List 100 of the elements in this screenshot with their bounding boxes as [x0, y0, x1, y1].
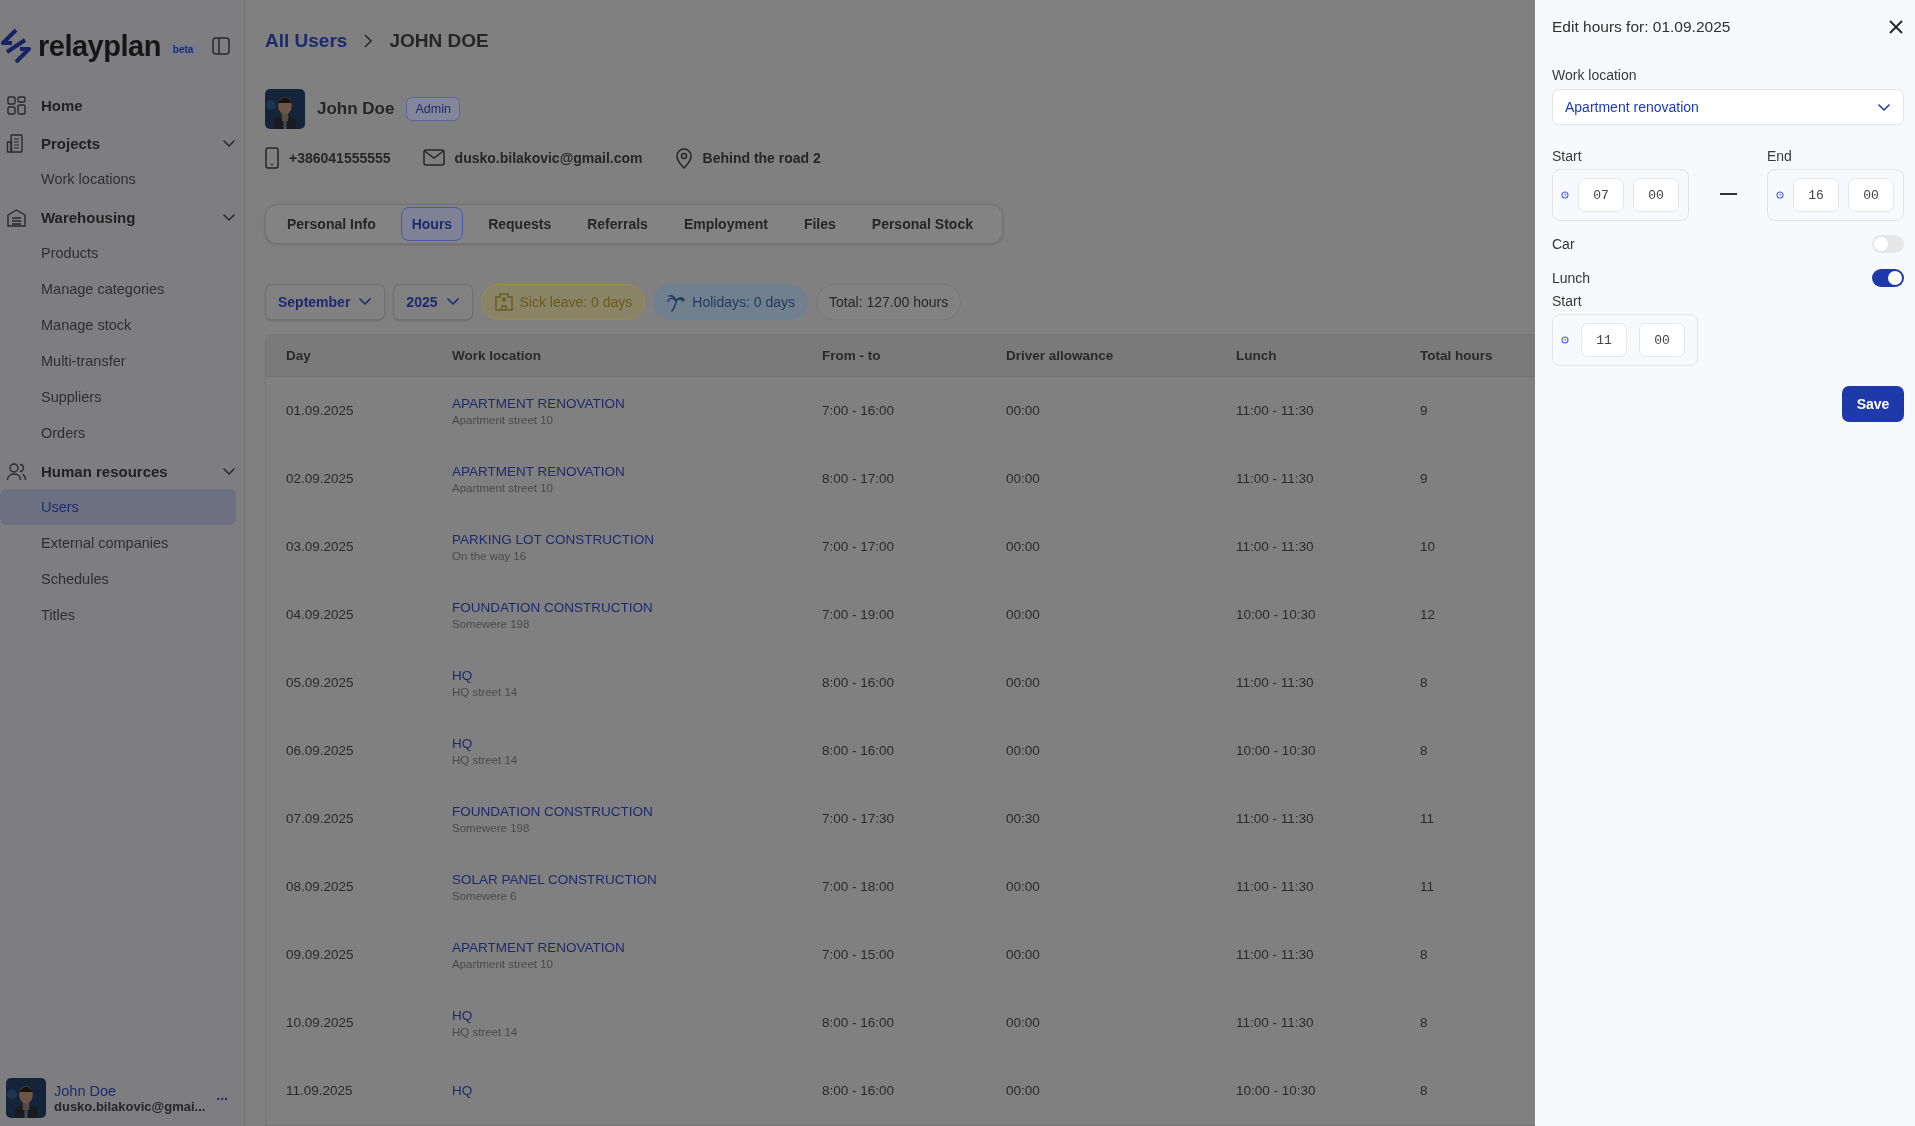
user-name: John Doe: [54, 1082, 118, 1099]
nav-subitem[interactable]: Suppliers: [0, 379, 236, 415]
table-cell-text: 10:00 - 10:30: [1235, 606, 1317, 625]
table-cell-text: 9: [1419, 402, 1429, 421]
table-cell-text: 11:00 - 11:30: [1235, 538, 1315, 557]
month-dropdown[interactable]: September: [265, 284, 386, 320]
table-cell-text: 00:00: [1005, 742, 1041, 761]
tab[interactable]: Hours: [400, 206, 464, 241]
location-link[interactable]: PARKING LOT CONSTRUCTION: [452, 532, 802, 547]
table-cell-text: 8:00 - 16:00: [821, 1082, 896, 1101]
chevron-right-icon: [363, 32, 374, 49]
location-link[interactable]: APARTMENT RENOVATION: [452, 940, 802, 955]
nav-item[interactable]: Home: [41, 96, 236, 114]
nav-subitem[interactable]: Multi-transfer: [0, 343, 236, 379]
page-title: JOHN DOE: [389, 29, 489, 52]
table-cell-text: 00:30: [1005, 810, 1041, 829]
breadcrumb-link[interactable]: All Users: [265, 29, 348, 52]
time-input[interactable]: 16: [1793, 178, 1839, 212]
time-input[interactable]: 00: [1848, 178, 1894, 212]
table-cell-text: 04.09.2025: [285, 606, 355, 625]
hospital-icon: [493, 292, 514, 312]
table-cell-text: 06.09.2025: [285, 742, 355, 761]
tab[interactable]: Personal Info: [276, 206, 387, 241]
nav-subitem[interactable]: Users: [0, 489, 236, 525]
grid-icon: [6, 94, 27, 116]
time-input[interactable]: 11: [1581, 323, 1627, 357]
location-select[interactable]: Apartment renovation: [1552, 89, 1904, 125]
tab[interactable]: Personal Stock: [860, 206, 984, 241]
location-link[interactable]: HQ: [452, 1083, 802, 1099]
more-button[interactable]: ...: [216, 1087, 228, 1109]
time-input[interactable]: 07: [1578, 178, 1624, 212]
table-cell-text: 11:00 - 11:30: [1235, 810, 1315, 829]
table-cell-text: 8:00 - 17:00: [821, 470, 896, 489]
location-pin-icon: [674, 146, 693, 169]
logo-icon: [0, 28, 32, 64]
toggle-switch[interactable]: [1872, 235, 1904, 253]
location-link[interactable]: HQ: [452, 668, 802, 683]
location-link[interactable]: APARTMENT RENOVATION: [452, 396, 802, 411]
field-label: Start: [1552, 148, 1583, 166]
table-cell-text: 02.09.2025: [285, 470, 355, 489]
nav-subitem[interactable]: Products: [0, 235, 236, 271]
nav-subitem[interactable]: Schedules: [0, 561, 236, 597]
location-link[interactable]: HQ: [452, 1008, 802, 1023]
location-link[interactable]: SOLAR PANEL CONSTRUCTION: [452, 872, 802, 887]
phone-icon: [265, 146, 279, 169]
nav-item[interactable]: Warehousing: [41, 208, 208, 226]
table-cell-text: 11:00 - 11:30: [1235, 946, 1315, 965]
table-cell-text: 7:00 - 16:00: [821, 402, 896, 421]
table-cell-text: 7:00 - 19:00: [821, 606, 896, 625]
mail-icon: [422, 149, 445, 167]
table-cell-text: 8:00 - 16:00: [821, 674, 896, 693]
app-logo[interactable]: relayplan: [38, 29, 161, 63]
location-link[interactable]: FOUNDATION CONSTRUCTION: [452, 600, 802, 615]
location-link[interactable]: FOUNDATION CONSTRUCTION: [452, 804, 802, 819]
table-cell-text: 01.09.2025: [285, 402, 355, 421]
close-icon[interactable]: [1888, 19, 1904, 35]
location-link[interactable]: APARTMENT RENOVATION: [452, 464, 802, 479]
tab[interactable]: Requests: [477, 206, 563, 241]
column-header: Lunch: [1216, 335, 1400, 377]
table-cell-text: 00:00: [1005, 674, 1041, 693]
table-cell-text: 03.09.2025: [285, 538, 355, 557]
toggle-label: Lunch: [1552, 270, 1591, 286]
email-address: dusko.bilakovic@gmail.com: [454, 149, 643, 166]
tab[interactable]: Employment: [672, 206, 779, 241]
time-input[interactable]: 00: [1633, 178, 1679, 212]
save-button[interactable]: Save: [1842, 386, 1904, 422]
nav-item[interactable]: Projects: [41, 134, 208, 152]
time-input[interactable]: 00: [1639, 323, 1685, 357]
table-cell-text: 00:00: [1005, 878, 1041, 897]
table-cell-text: 8:00 - 16:00: [821, 742, 896, 761]
user-name: John Doe: [317, 99, 395, 120]
holiday-label: Holidays: 0 days: [692, 294, 796, 310]
table-cell-text: 11.09.2025: [285, 1082, 354, 1101]
nav-subitem[interactable]: Orders: [0, 415, 236, 451]
total-hours-label: Total: 127.00 hours: [829, 294, 949, 310]
year-dropdown[interactable]: 2025: [393, 284, 473, 320]
field-label: End: [1767, 148, 1793, 166]
nav-subitem[interactable]: Manage stock: [0, 307, 236, 343]
tab[interactable]: Referrals: [576, 206, 659, 241]
table-cell-text: 00:00: [1005, 470, 1041, 489]
nav-subitem[interactable]: External companies: [0, 525, 236, 561]
role-badge: Admin: [406, 97, 460, 122]
table-cell-text: 8: [1419, 1082, 1429, 1101]
nav-item[interactable]: Human resources: [41, 462, 208, 480]
toggle-switch[interactable]: [1872, 269, 1904, 287]
field-label: Start: [1552, 293, 1583, 311]
nav-subitem[interactable]: Titles: [0, 597, 236, 633]
tab[interactable]: Files: [792, 206, 847, 241]
table-cell-text: 10:00 - 10:30: [1235, 1082, 1317, 1101]
table-cell-text: 8: [1419, 674, 1429, 693]
sick-label: Sick leave: 0 days: [519, 294, 633, 310]
nav-subitem[interactable]: Work locations: [0, 161, 236, 197]
table-cell-text: 7:00 - 18:00: [821, 878, 896, 897]
nav-subitem[interactable]: Manage categories: [0, 271, 236, 307]
table-cell-text: 11:00 - 11:30: [1235, 470, 1315, 489]
column-header: Day: [266, 335, 432, 377]
sidebar-toggle-icon[interactable]: [212, 37, 230, 55]
table-cell-text: 11:00 - 11:30: [1235, 402, 1315, 421]
location-link[interactable]: HQ: [452, 736, 802, 751]
panel-title: Edit hours for: 01.09.2025: [1552, 18, 1731, 36]
